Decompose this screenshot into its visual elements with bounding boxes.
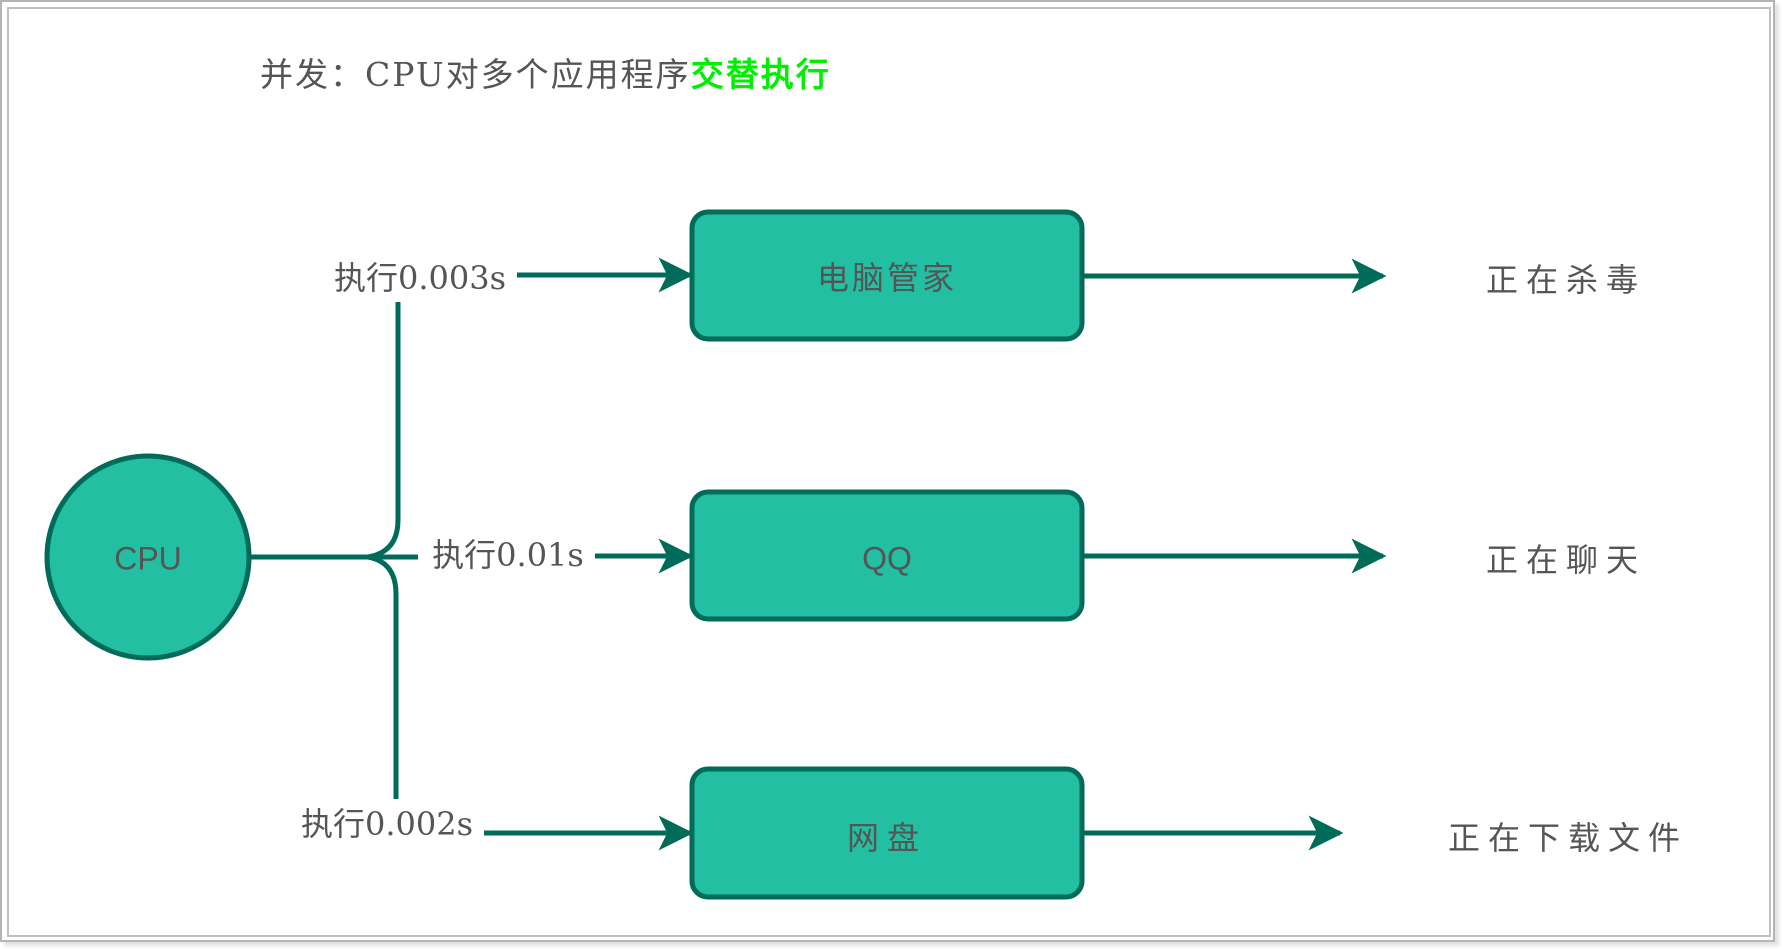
status-label-3: 正在下载文件: [1447, 819, 1689, 857]
cpu-label: CPU: [114, 540, 182, 577]
process-label-1: 电脑管家: [816, 259, 958, 297]
status-label-2: 正在聊天: [1485, 541, 1647, 579]
bracket-bottom: [367, 554, 399, 799]
diagram-canvas: [44, 209, 1387, 900]
process-label-3: 网盘: [846, 819, 928, 857]
status-label-1: 正在杀毒: [1485, 261, 1647, 299]
time-label-1: 执行0.003s: [333, 259, 507, 297]
process-label-2: QQ: [862, 540, 912, 577]
bracket-top: [367, 302, 401, 560]
time-label-3: 执行0.002s: [300, 805, 474, 843]
time-label-2: 执行0.01s: [432, 536, 584, 574]
